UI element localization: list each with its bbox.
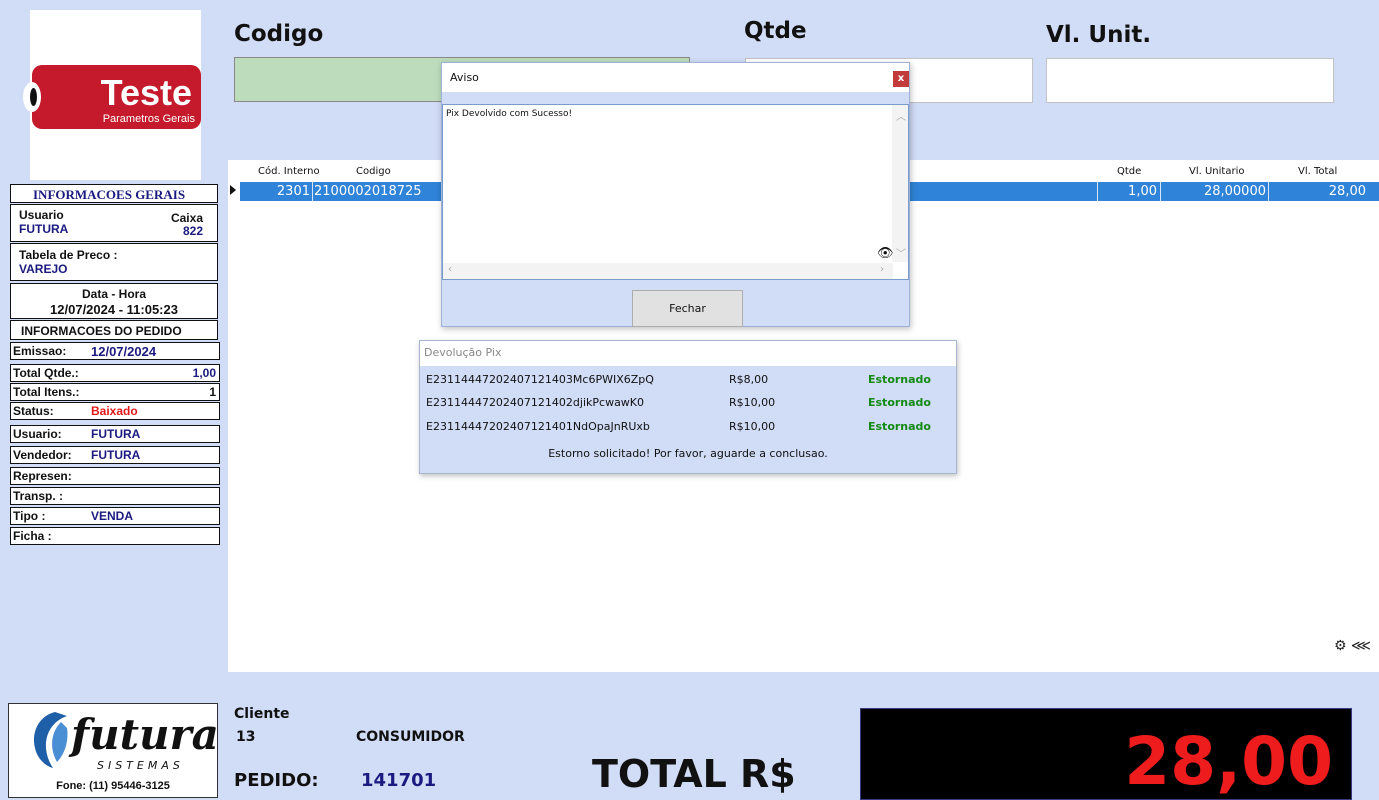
codigo-label: Codigo bbox=[234, 21, 324, 47]
datahora-label: Data - Hora bbox=[81, 287, 146, 301]
cell-vl-total[interactable]: 28,00 bbox=[1270, 184, 1366, 201]
cell-cod-interno[interactable]: 2301 bbox=[240, 184, 310, 201]
price-table-box: Tabela de Preco : VAREJO bbox=[10, 243, 218, 281]
list-item: E23114447202407121402djikPcwawK0 R$10,00… bbox=[420, 392, 956, 414]
ficha-row: Ficha : bbox=[10, 527, 220, 545]
scroll-right-icon[interactable]: › bbox=[880, 264, 884, 275]
vendedor-row: Vendedor: FUTURA bbox=[10, 446, 220, 464]
cell-codigo[interactable]: 2100002018725 bbox=[314, 184, 422, 201]
pix-value: R$10,00 bbox=[729, 396, 776, 409]
aviso-message-area[interactable]: Pix Devolvido com Sucesso! ︿ ﹀ ‹ › 👁 bbox=[442, 104, 909, 280]
pix-refund-panel: Devolução Pix E23114447202407121403Mc6PW… bbox=[419, 340, 957, 474]
cell-vl-unitario[interactable]: 28,00000 bbox=[1162, 184, 1266, 201]
order-user-row: Usuario: FUTURA bbox=[10, 425, 220, 443]
pix-id: E23114447202407121402djikPcwawK0 bbox=[426, 396, 645, 409]
total-qtde-row: Total Qtde.: 1,00 bbox=[10, 364, 220, 382]
tabela-label: Tabela de Preco : bbox=[19, 248, 118, 262]
caixa-label: Caixa bbox=[170, 211, 203, 225]
horizontal-scrollbar[interactable]: ‹ › bbox=[443, 263, 893, 279]
datahora-value: 12/07/2024 - 11:05:23 bbox=[50, 302, 178, 317]
general-info-header: INFORMACOES GERAIS bbox=[10, 184, 218, 203]
col-header-cod-interno[interactable]: Cód. Interno bbox=[258, 166, 320, 177]
pix-status: Estornado bbox=[868, 420, 931, 433]
share-icon[interactable]: ⋘ bbox=[1351, 638, 1371, 654]
aviso-message: Pix Devolvido com Sucesso! bbox=[446, 109, 573, 119]
pix-id: E23114447202407121401NdOpaJnRUxb bbox=[426, 420, 650, 433]
cliente-label: Cliente bbox=[234, 706, 290, 722]
total-itens-row: Total Itens.: 1 bbox=[10, 383, 220, 401]
vl-unit-input[interactable] bbox=[1046, 58, 1334, 103]
company-tagline: SISTEMAS bbox=[97, 759, 184, 772]
col-header-qtde[interactable]: Qtde bbox=[1117, 166, 1141, 177]
company-phone: Fone: (11) 95446-3125 bbox=[56, 780, 170, 792]
pix-value: R$8,00 bbox=[729, 373, 769, 386]
cliente-code: 13 bbox=[236, 729, 256, 745]
aviso-dialog: Aviso x Pix Devolvido com Sucesso! ︿ ﹀ ‹… bbox=[441, 62, 910, 327]
caixa-value: 822 bbox=[182, 224, 203, 238]
pedido-label: PEDIDO: bbox=[234, 770, 319, 791]
total-label: TOTAL R$ bbox=[592, 752, 796, 796]
status-row: Status: Baixado bbox=[10, 402, 220, 420]
tipo-row: Tipo : VENDA bbox=[10, 507, 220, 525]
order-info-header: INFORMACOES DO PEDIDO bbox=[10, 320, 218, 340]
aviso-title-bar[interactable]: Aviso x bbox=[442, 63, 909, 92]
total-value: 28,00 bbox=[1124, 723, 1333, 800]
total-display: 28,00 bbox=[860, 708, 1352, 800]
list-item: E23114447202407121401NdOpaJnRUxb R$10,00… bbox=[420, 416, 956, 438]
close-button[interactable]: x bbox=[893, 71, 909, 87]
brand-title: Teste bbox=[100, 72, 192, 113]
user-cashier-box: Usuario FUTURA Caixa 822 bbox=[10, 204, 218, 242]
scroll-left-icon[interactable]: ‹ bbox=[448, 264, 452, 275]
futura-logo-box: futura SISTEMAS Fone: (11) 95446-3125 bbox=[8, 703, 219, 798]
vl-unit-label: Vl. Unit. bbox=[1046, 22, 1152, 48]
company-name: futura bbox=[71, 710, 219, 759]
pix-id: E23114447202407121403Mc6PWIX6ZpQ bbox=[426, 373, 654, 386]
brand-subtitle: Parametros Gerais bbox=[102, 113, 195, 125]
aviso-title: Aviso bbox=[450, 71, 479, 84]
represen-row: Represen: bbox=[10, 467, 220, 485]
list-item: E23114447202407121403Mc6PWIX6ZpQ R$8,00 … bbox=[420, 369, 956, 391]
col-header-vl-unitario[interactable]: Vl. Unitario bbox=[1189, 166, 1244, 177]
tabela-value: VAREJO bbox=[19, 262, 68, 276]
row-pointer-icon bbox=[230, 185, 236, 195]
transp-row: Transp. : bbox=[10, 487, 220, 505]
usuario-value: FUTURA bbox=[19, 222, 69, 236]
fechar-button[interactable]: Fechar bbox=[632, 290, 743, 327]
pix-value: R$10,00 bbox=[729, 420, 776, 433]
pix-status: Estornado bbox=[868, 396, 931, 409]
scroll-down-icon[interactable]: ﹀ bbox=[896, 245, 906, 260]
cliente-name: CONSUMIDOR bbox=[356, 729, 465, 745]
cell-qtde[interactable]: 1,00 bbox=[1099, 184, 1157, 201]
vertical-scrollbar[interactable]: ︿ ﹀ bbox=[892, 105, 908, 262]
pix-status-message: Estorno solicitado! Por favor, aguarde a… bbox=[548, 447, 828, 460]
pix-status: Estornado bbox=[868, 373, 931, 386]
date-time-box: Data - Hora 12/07/2024 - 11:05:23 bbox=[10, 283, 218, 319]
pix-title-bar: Devolução Pix bbox=[420, 341, 956, 366]
col-header-vl-total[interactable]: Vl. Total bbox=[1298, 166, 1337, 177]
scroll-up-icon[interactable]: ︿ bbox=[896, 108, 906, 123]
pix-panel-title: Devolução Pix bbox=[424, 346, 502, 359]
pedido-value: 141701 bbox=[361, 770, 437, 791]
col-header-codigo[interactable]: Codigo bbox=[356, 166, 391, 177]
emissao-row: Emissao: 12/07/2024 bbox=[10, 342, 220, 360]
settings-icon[interactable]: ⚙ bbox=[1334, 638, 1347, 654]
qtde-label: Qtde bbox=[744, 18, 807, 44]
status-badge: Baixado bbox=[91, 404, 138, 418]
eye-icon[interactable]: 👁 bbox=[877, 246, 894, 261]
usuario-label: Usuario bbox=[19, 208, 64, 222]
